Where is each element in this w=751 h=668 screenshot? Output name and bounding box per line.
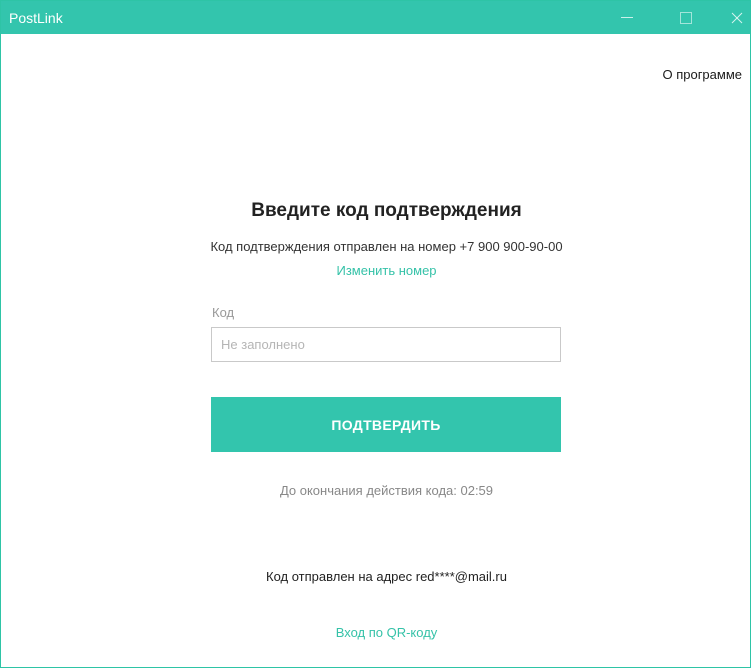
code-sent-message: Код подтверждения отправлен на номер +7 … <box>210 239 563 254</box>
change-number-link[interactable]: Изменить номер <box>1 263 750 278</box>
close-icon <box>731 12 743 23</box>
code-field-label: Код <box>212 305 235 320</box>
qr-login-link[interactable]: Вход по QR-коду <box>1 625 750 640</box>
maximize-icon <box>680 11 692 24</box>
title-bar[interactable]: PostLink <box>1 1 750 34</box>
page-title: Введите код подтверждения <box>251 200 522 221</box>
app-title: PostLink <box>9 10 63 26</box>
maximize-button[interactable] <box>672 1 700 34</box>
about-link[interactable]: О программе <box>662 67 742 82</box>
code-timer: До окончания действия кода: 02:59 <box>1 483 750 498</box>
timer-label: До окончания действия кода: <box>279 483 461 498</box>
minimize-icon <box>621 17 633 18</box>
email-sent-message: Код отправлен на адрес red****@mail.ru <box>266 569 507 584</box>
code-input[interactable] <box>211 327 561 362</box>
app-window: PostLink О программе Введите код подтвер… <box>0 0 751 668</box>
confirm-button[interactable]: ПОДТВЕРДИТЬ <box>211 397 561 452</box>
timer-value: 02:59 <box>460 483 494 498</box>
close-button[interactable] <box>723 1 750 34</box>
minimize-button[interactable] <box>613 1 641 34</box>
